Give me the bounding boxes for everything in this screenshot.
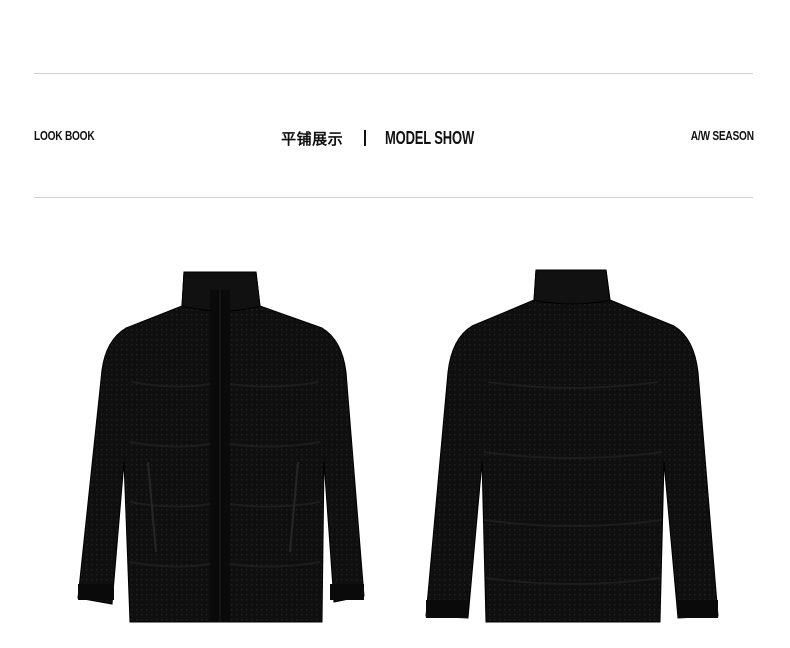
section-title-en: MODEL SHOW [385,127,475,148]
jacket-back-illustration [425,269,719,623]
jacket-front-illustration [77,271,365,623]
jacket-back-image [422,262,722,626]
jacket-front-image [74,262,370,626]
season-label: A/W SEASON [673,128,754,143]
section-title: 平铺展示 MODEL SHOW [0,127,790,149]
season-text: A/W SEASON [690,128,754,143]
top-divider [34,73,753,74]
section-title-cn: 平铺展示 [281,129,344,148]
bottom-divider [34,197,753,198]
title-separator [364,130,367,147]
